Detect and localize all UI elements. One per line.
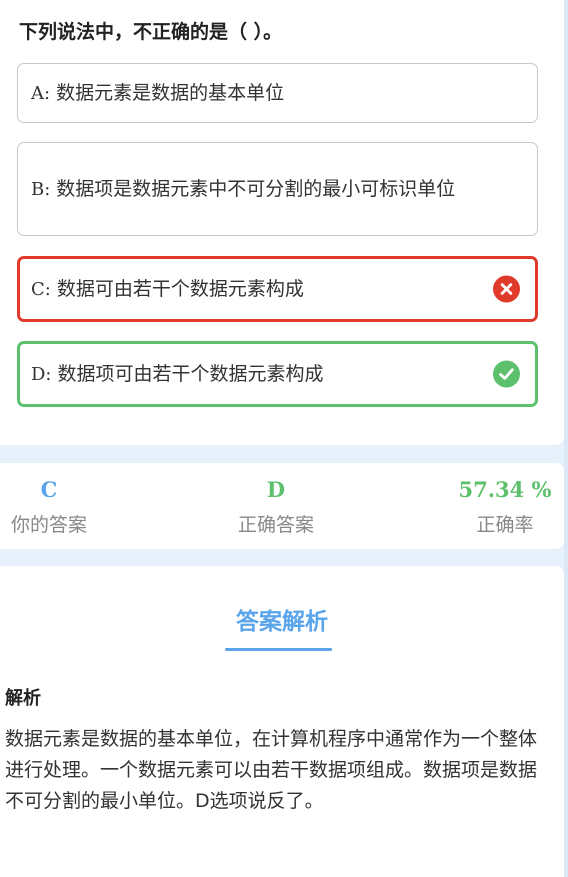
correct-answer-value: D	[266, 477, 286, 502]
check-circle-icon	[493, 360, 520, 388]
tab-underline	[225, 648, 332, 651]
accuracy-label: 正确率	[476, 514, 534, 536]
explanation-tab-title[interactable]: 答案解析	[0, 602, 564, 636]
option-c[interactable]: C: 数据可由若干个数据元素构成	[17, 256, 538, 322]
accuracy-stat: 57.34 % 正确率	[452, 477, 558, 537]
your-answer-value: C	[40, 477, 58, 502]
option-letter: D:	[31, 363, 52, 385]
option-b[interactable]: B: 数据项是数据元素中不可分割的最小可标识单位	[17, 142, 538, 236]
close-circle-icon	[493, 275, 520, 303]
result-stats: C 你的答案 D 正确答案 57.34 % 正确率	[0, 463, 564, 549]
option-text: 数据项可由若干个数据元素构成	[57, 363, 324, 385]
accuracy-value: 57.34 %	[458, 477, 552, 502]
explanation-body: 数据元素是数据的基本单位，在计算机程序中通常作为一个整体进行处理。一个数据元素可…	[5, 728, 538, 812]
option-text: 数据可由若干个数据元素构成	[56, 278, 304, 300]
option-letter: A:	[31, 82, 51, 104]
your-answer-label: 你的答案	[10, 514, 87, 536]
correct-answer-label: 正确答案	[237, 514, 314, 536]
option-d[interactable]: D: 数据项可由若干个数据元素构成	[17, 341, 538, 407]
option-text: 数据元素是数据的基本单位	[56, 82, 285, 104]
question-title: 下列说法中，不正确的是（ ）。	[19, 21, 283, 43]
option-letter: C:	[31, 278, 51, 300]
option-text: 数据项是数据元素中不可分割的最小可标识单位	[56, 178, 456, 200]
correct-answer-stat: D 正确答案	[226, 477, 326, 537]
your-answer-stat: C 你的答案	[0, 477, 98, 537]
option-a[interactable]: A: 数据元素是数据的基本单位	[17, 63, 538, 123]
explanation-subtitle: 解析	[5, 688, 41, 709]
option-letter: B:	[31, 178, 51, 200]
explanation-card: 答案解析 解析 数据元素是数据的基本单位，在计算机程序中通常作为一个整体进行处理…	[0, 566, 564, 877]
scrollbar[interactable]	[564, 0, 568, 877]
question-card: 下列说法中，不正确的是（ ）。 A: 数据元素是数据的基本单位 B: 数据项是数…	[0, 0, 564, 445]
